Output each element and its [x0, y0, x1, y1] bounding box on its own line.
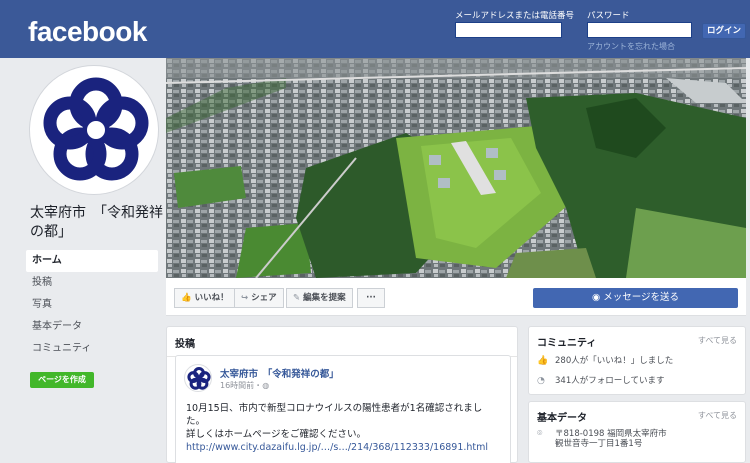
facebook-logo[interactable]: facebook [28, 16, 147, 48]
thumbs-up-icon: 👍 [537, 356, 549, 366]
nav-item-posts[interactable]: 投稿 [26, 272, 158, 294]
login-button[interactable]: ログイン [702, 23, 746, 39]
share-label: シェア [251, 293, 277, 303]
community-title: コミュニティ [537, 338, 597, 349]
profile-picture[interactable] [30, 66, 158, 194]
post-author[interactable]: 太宰府市 「令和発祥の都」 [220, 366, 339, 380]
password-label: パスワード [587, 11, 630, 21]
cover-photo[interactable] [166, 58, 746, 278]
address-line: 〒818-0198 福岡県太宰府市 [555, 429, 667, 439]
nav-item-about[interactable]: 基本データ [26, 316, 158, 338]
messenger-icon: ◉ [591, 292, 604, 303]
send-message-label: メッセージを送る [603, 292, 680, 303]
community-see-all-link[interactable]: すべて見る [698, 335, 737, 346]
rss-follow-icon: ◔ [537, 376, 545, 386]
post-avatar[interactable] [184, 364, 212, 392]
post-link[interactable]: http://www.city.dazaifu.lg.jp/…/s…/214/3… [186, 441, 506, 454]
about-see-all-link[interactable]: すべて見る [698, 410, 737, 421]
posts-heading: 投稿 [167, 327, 517, 357]
city-emblem-icon [187, 366, 211, 390]
nav-item-community[interactable]: コミュニティ [26, 338, 158, 360]
post-text: 10月15日、市内で新型コロナウイルスの陽性患者が1名確認されまし た。 詳しく… [186, 402, 506, 454]
suggest-edit-label: 編集を提案 [303, 293, 346, 303]
post-timestamp[interactable]: 16時間前・◍ [220, 380, 269, 391]
about-title: 基本データ [537, 413, 587, 424]
address-line: 観世音寺一丁目1番1号 [555, 439, 643, 449]
page-action-bar: 👍 いいね！ ↪ シェア ✎ 編集を提案 ··· ◉ メッセージを送る [166, 278, 746, 316]
location-pin-icon: ⌾ [537, 429, 543, 439]
share-button[interactable]: ↪ シェア [234, 288, 284, 308]
posts-card: 投稿 太宰府市 「令和発祥の都」 16時間前・◍ 10月15日、市内で新型コロナ… [166, 326, 518, 463]
share-icon: ↪ [241, 293, 249, 303]
likes-count: 280人が「いいね！」しました [555, 356, 674, 366]
likes-count-row: 👍 280人が「いいね！」しました [537, 356, 673, 366]
email-label: メールアドレスまたは電話番号 [455, 11, 575, 21]
suggest-edit-button[interactable]: ✎ 編集を提案 [286, 288, 353, 308]
followers-count: 341人がフォローしています [555, 376, 665, 386]
post-text-line: た。 [186, 416, 206, 427]
nav-item-photos[interactable]: 写真 [26, 294, 158, 316]
forgot-account-link[interactable]: アカウントを忘れた場合 [587, 41, 675, 52]
post-time-text: 16時間前・ [220, 381, 263, 390]
thumbs-up-icon: 👍 [181, 293, 192, 303]
top-bar: facebook メールアドレスまたは電話番号 パスワード ログイン アカウント… [0, 0, 750, 58]
city-emblem-icon [43, 77, 149, 181]
more-button[interactable]: ··· [357, 288, 385, 308]
password-field[interactable] [587, 22, 692, 38]
like-label: いいね！ [194, 293, 229, 303]
about-card: 基本データ すべて見る ⌾ 〒818-0198 福岡県太宰府市 観世音寺一丁目1… [528, 401, 746, 463]
pencil-icon: ✎ [293, 293, 301, 303]
community-card: コミュニティ すべて見る 👍 280人が「いいね！」しました ◔ 341人がフォ… [528, 326, 746, 395]
like-button[interactable]: 👍 いいね！ [174, 288, 236, 308]
create-page-button[interactable]: ページを作成 [30, 372, 94, 388]
post-item: 太宰府市 「令和発祥の都」 16時間前・◍ 10月15日、市内で新型コロナウイル… [175, 355, 511, 463]
email-field[interactable] [455, 22, 562, 38]
page-title: 太宰府市 「令和発祥の都」 [30, 205, 163, 240]
globe-icon: ◍ [262, 381, 270, 390]
post-text-line: 10月15日、市内で新型コロナウイルスの陽性患者が1名確認されまし [186, 403, 483, 414]
left-nav: ホーム 投稿 写真 基本データ コミュニティ [26, 250, 158, 360]
aerial-landscape-image [166, 58, 746, 278]
post-text-line: 詳しくはホームページをご確認ください。 [186, 429, 367, 440]
nav-item-home[interactable]: ホーム [26, 250, 158, 272]
send-message-button[interactable]: ◉ メッセージを送る [533, 288, 738, 308]
address-row: ⌾ 〒818-0198 福岡県太宰府市 観世音寺一丁目1番1号 [537, 429, 667, 449]
address-text: 〒818-0198 福岡県太宰府市 観世音寺一丁目1番1号 [555, 429, 667, 449]
followers-count-row: ◔ 341人がフォローしています [537, 376, 664, 386]
